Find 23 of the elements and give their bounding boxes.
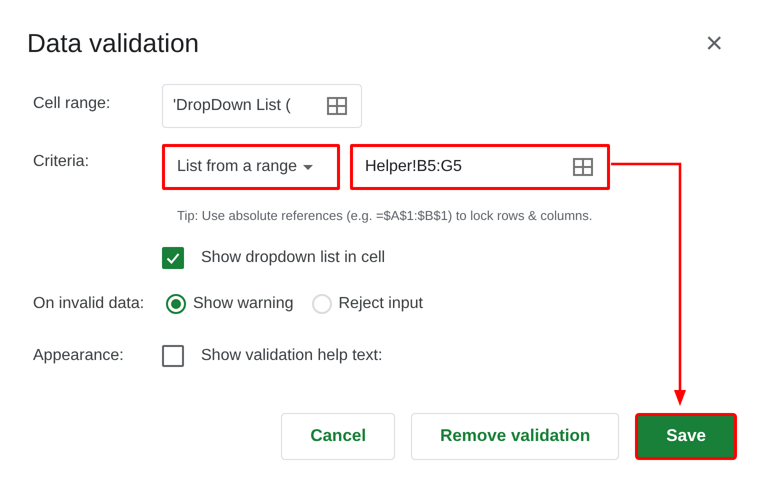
save-button[interactable]: Save	[635, 412, 737, 460]
close-button[interactable]: ×	[705, 28, 723, 58]
grid-icon[interactable]	[327, 97, 347, 115]
checkbox[interactable]	[162, 246, 184, 268]
checkbox-label: Show dropdown list in cell	[201, 248, 386, 268]
field-label: Cell range:	[32, 94, 112, 114]
field-label: Appearance:	[32, 346, 125, 366]
tip-text: Tip: Use absolute references (e.g. =$A$1:$B$1) to lock rows & columns.	[177, 207, 592, 225]
range-field[interactable]: Helper!B5:G5	[350, 144, 610, 190]
field-label: Criteria:	[32, 152, 90, 172]
checkbox-label: Show validation help text:	[201, 346, 382, 366]
radio-label: Show warning	[193, 294, 294, 314]
dialog-button[interactable]: Cancel	[281, 412, 396, 460]
criteria-dropdown[interactable]: List from a range	[162, 144, 340, 190]
grid-icon[interactable]	[573, 158, 593, 176]
checkbox[interactable]	[162, 344, 184, 366]
radio-label: Reject input	[338, 294, 423, 314]
dialog-button[interactable]: Remove validation	[411, 412, 620, 460]
field-label: On invalid data:	[32, 294, 146, 314]
radio-button[interactable]	[166, 294, 186, 314]
cell-range-field[interactable]: 'DropDown List (	[162, 84, 362, 128]
caret-icon	[303, 164, 314, 170]
dialog-title: Data validation	[27, 27, 199, 60]
